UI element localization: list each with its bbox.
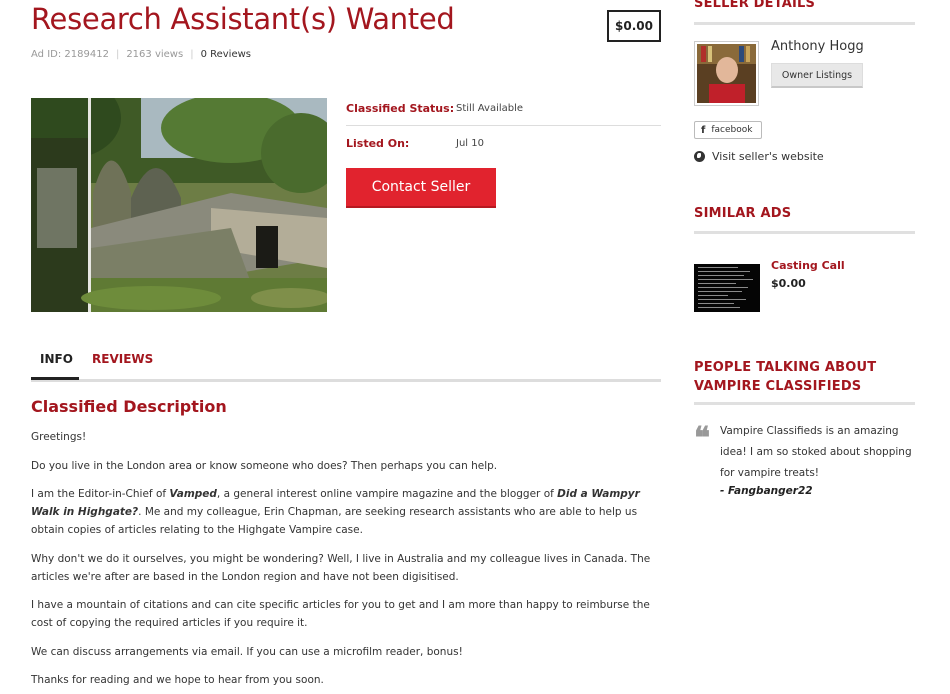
quote-icon: ❝ bbox=[694, 421, 711, 456]
contact-seller-button[interactable]: Contact Seller bbox=[346, 168, 496, 208]
description-heading: Classified Description bbox=[31, 397, 227, 416]
description-paragraph: I have a mountain of citations and can c… bbox=[31, 599, 650, 629]
description-greeting: Greetings! bbox=[31, 431, 87, 443]
similar-ads-heading: SIMILAR ADS bbox=[694, 206, 792, 221]
status-label: Classified Status: bbox=[346, 102, 455, 115]
seller-name[interactable]: Anthony Hogg bbox=[771, 39, 864, 54]
similar-ad-price: $0.00 bbox=[771, 277, 806, 290]
ad-id: Ad ID: 2189412 bbox=[31, 49, 109, 60]
description-body: Greetings! Do you live in the London are… bbox=[31, 428, 663, 694]
similar-ad-thumbnail[interactable] bbox=[694, 264, 760, 312]
description-paragraph: Why don't we do it ourselves, you might … bbox=[31, 552, 651, 583]
listed-row: Listed On: Jul 10 bbox=[346, 126, 661, 160]
description-paragraph: Do you live in the London area or know s… bbox=[31, 459, 498, 472]
testimonial-text: Vampire Classifieds is an amazing idea! … bbox=[720, 425, 912, 479]
facebook-button[interactable]: f facebook bbox=[694, 121, 762, 139]
listed-label: Listed On: bbox=[346, 136, 410, 150]
similar-ad-title[interactable]: Casting Call bbox=[771, 259, 845, 272]
listing-info-table: Classified Status: Still Available Liste… bbox=[346, 92, 661, 160]
seller-details-heading: SELLER DETAILS bbox=[694, 0, 816, 11]
active-tab-indicator bbox=[31, 377, 79, 380]
meta-divider: | bbox=[190, 49, 194, 60]
reviews-link[interactable]: 0 Reviews bbox=[201, 49, 251, 60]
facebook-label: facebook bbox=[711, 125, 753, 135]
testimonials-heading: PEOPLE TALKING ABOUT VAMPIRE CLASSIFIEDS bbox=[694, 360, 877, 394]
tab-info[interactable]: INFO bbox=[40, 352, 73, 366]
description-paragraph: Thanks for reading and we hope to hear f… bbox=[31, 674, 324, 686]
price-badge: $0.00 bbox=[607, 10, 661, 42]
divider bbox=[694, 231, 915, 234]
facebook-icon: f bbox=[701, 124, 706, 136]
seller-website-link[interactable]: Visit seller's website bbox=[694, 150, 824, 163]
description-paragraph: I am the Editor-in-Chief of Vamped, a ge… bbox=[31, 488, 640, 536]
view-count: 2163 views bbox=[126, 49, 184, 60]
testimonial-author: - Fangbanger22 bbox=[720, 485, 813, 497]
listed-value: Jul 10 bbox=[456, 137, 484, 149]
meta-divider: | bbox=[115, 49, 120, 60]
seller-avatar[interactable] bbox=[694, 41, 759, 106]
avatar-image bbox=[697, 44, 756, 103]
owner-listings-button[interactable]: Owner Listings bbox=[771, 63, 863, 88]
divider bbox=[694, 22, 915, 25]
listing-tabs: INFO REVIEWS bbox=[31, 340, 661, 382]
divider bbox=[694, 402, 915, 405]
listing-title: Research Assistant(s) Wanted bbox=[31, 2, 455, 36]
status-row: Classified Status: Still Available bbox=[346, 92, 661, 126]
magazine-name: Vamped bbox=[169, 488, 217, 500]
globe-icon bbox=[694, 151, 705, 162]
listing-photo-image bbox=[31, 98, 327, 312]
status-value: Still Available bbox=[456, 103, 524, 114]
description-paragraph: We can discuss arrangements via email. I… bbox=[31, 645, 463, 658]
listing-meta: Ad ID: 2189412 | 2163 views | 0 Reviews bbox=[31, 49, 251, 60]
listing-photo[interactable] bbox=[31, 98, 327, 312]
tab-reviews[interactable]: REVIEWS bbox=[92, 352, 153, 366]
seller-website-label: Visit seller's website bbox=[712, 150, 824, 163]
